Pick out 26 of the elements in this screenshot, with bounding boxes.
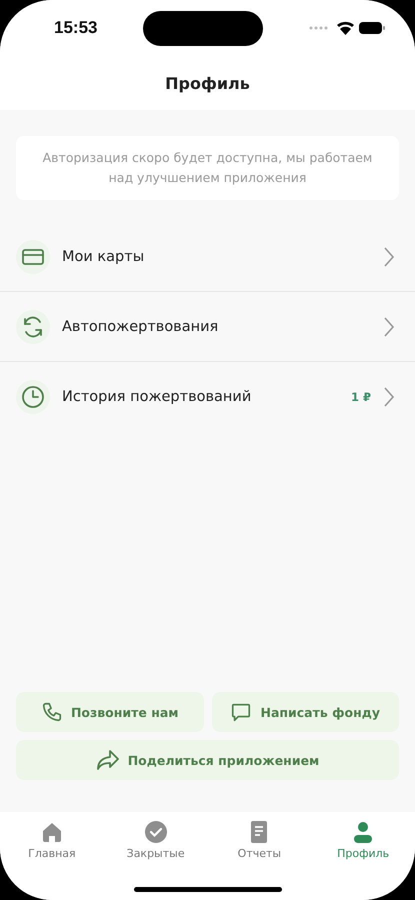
menu-item[interactable]: Автопожертвования [0,291,415,361]
menu-label: Автопожертвования [62,318,220,334]
chevron-icon [383,246,395,268]
sync-icon [21,314,45,338]
amount-label: 1 ₽ [350,390,371,404]
chevron-icon [383,386,395,408]
tab-item[interactable]: Главная [0,820,104,860]
tab-item[interactable]: Закрытые [104,820,208,860]
chat-icon [230,701,252,723]
status-time: 15:53 [54,18,98,38]
contact-button[interactable]: Написать фонду [212,692,399,732]
contact-button[interactable]: Позвоните нам [16,692,204,732]
tab-item[interactable]: Профиль [311,820,415,860]
notice-message: Авторизация скоро будет доступна, мы работаем над улучшением приложения [16,136,399,200]
phone-icon [40,701,63,723]
chevron-icon [383,316,395,338]
page-title: Профиль [165,74,250,92]
checkmark-icon [144,820,168,844]
menu-label: История пожертвований [62,388,252,404]
share-button[interactable]: Поделиться приложением [16,740,399,780]
share-icon [96,749,120,771]
clock-icon [21,384,45,408]
menu-item[interactable]: Мои карты [0,222,415,291]
menu-item[interactable]: История пожертвований 1 ₽ [0,361,415,431]
tab-item[interactable]: Отчеты [208,820,312,860]
menu-label: Мои карты [62,248,146,264]
